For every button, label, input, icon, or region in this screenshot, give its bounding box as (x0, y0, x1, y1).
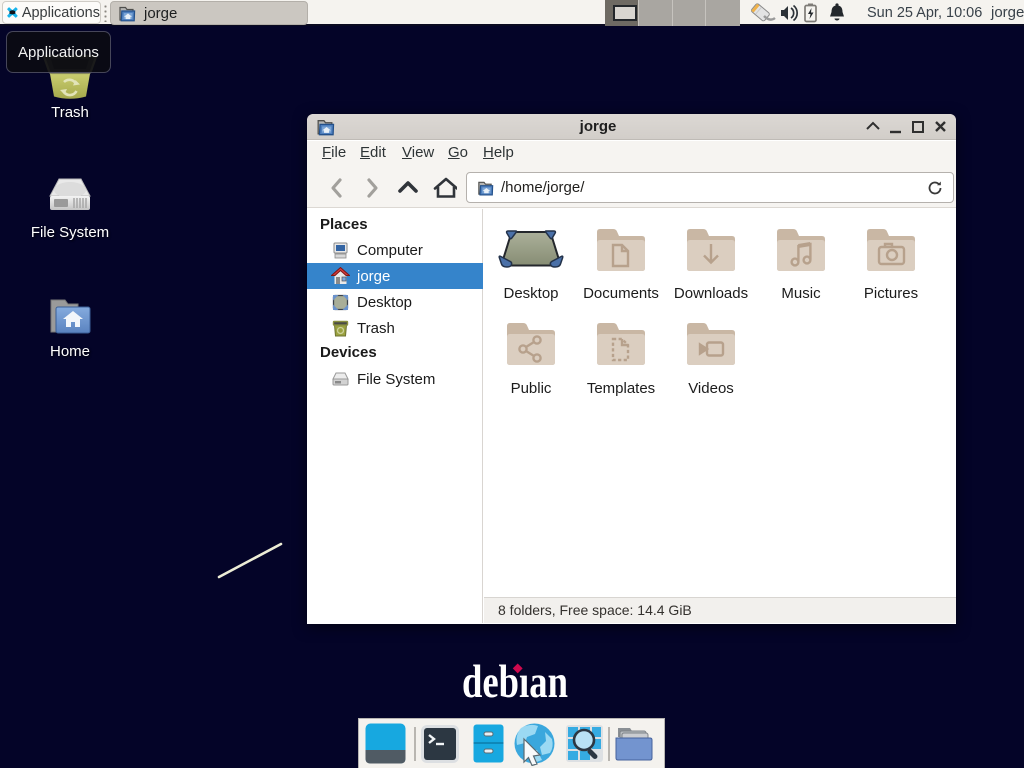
svg-text:Public: Public (511, 380, 552, 397)
svg-text:Music: Music (781, 285, 821, 302)
svg-text:Templates: Templates (587, 380, 655, 397)
svg-text:Desktop: Desktop (503, 285, 558, 302)
svg-text:Documents: Documents (583, 285, 659, 302)
svg-text:Videos: Videos (688, 380, 734, 397)
svg-text:Downloads: Downloads (674, 285, 748, 302)
svg-text:Pictures: Pictures (864, 285, 918, 302)
